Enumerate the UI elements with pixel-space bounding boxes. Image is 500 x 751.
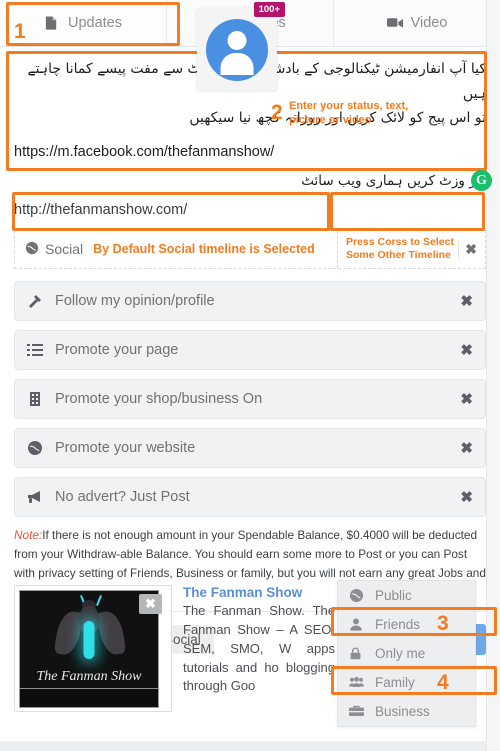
promo-left: Follow my opinion/profile [27, 293, 215, 309]
video-camera-icon [386, 15, 403, 31]
globe-icon [25, 241, 39, 258]
tab-video[interactable]: Video [333, 0, 500, 46]
timeline-social-label: Social [45, 241, 84, 258]
avatar-body [220, 53, 254, 75]
menu-item-only-me[interactable]: Only me [338, 639, 475, 668]
building-icon [27, 391, 43, 407]
preview-thumbnail-box: The Fanman Show ✖ [14, 585, 172, 712]
note-prefix: Note: [14, 527, 43, 542]
page-root: Updates Images Video 100+ کیا آپ انفارمی… [0, 0, 500, 751]
notification-badge: 100+ [253, 2, 285, 17]
thumbnail-caption: The Fanman Show [36, 669, 142, 684]
menu-item-friends[interactable]: Friends [338, 610, 475, 639]
list-item[interactable]: No advert? Just Post ✖ [14, 476, 486, 517]
document-icon [44, 15, 59, 31]
fly-glow [83, 621, 95, 659]
promo-left: Promote your website [27, 440, 195, 456]
preview-description: The Fanman Show. The Fanman Show – A SEO… [183, 603, 335, 694]
user-avatar-icon [206, 19, 268, 81]
preview-text: The Fanman Show The Fanman Show. The Fan… [183, 585, 335, 712]
annotation-number-2: 2 [271, 101, 283, 124]
close-icon[interactable]: ✖ [460, 439, 473, 457]
menu-item-label: Friends [375, 617, 421, 632]
grammarly-icon[interactable]: G [471, 170, 492, 191]
menu-item-label: Public [375, 588, 412, 603]
preview-title[interactable]: The Fanman Show [183, 585, 335, 600]
avatar[interactable]: 100+ [197, 2, 285, 90]
annotation-number-1: 1 [14, 20, 26, 43]
lock-icon [349, 646, 364, 661]
fly-antenna-right [96, 595, 102, 606]
list-item-label: Promote your website [55, 439, 196, 456]
scrollbar-track[interactable] [486, 0, 500, 751]
timeline-other[interactable]: Press Corss to Select Some Other Timelin… [337, 230, 485, 268]
annotation-text-2: Enter your status, text, picture or vide… [289, 100, 409, 126]
globe-icon [349, 588, 364, 603]
timeline-other-hint: Press Corss to Select Some Other Timelin… [346, 235, 454, 262]
close-icon[interactable]: ✖ [460, 390, 473, 408]
annotation-number-3: 3 [437, 612, 449, 635]
timeline-close-icon[interactable]: ✖ [458, 240, 477, 258]
composer-urdu-line-3: اور وزٹ کریں ہماری ویب سائٹ [301, 172, 486, 189]
remove-preview-icon[interactable]: ✖ [139, 594, 162, 614]
privacy-menu: Public Friends Only me Family Business [337, 580, 476, 727]
promo-left: No advert? Just Post [27, 489, 190, 505]
composer-link-1: https://m.facebook.com/thefanmanshow/ [14, 143, 275, 160]
timeline-social: Social [25, 241, 83, 258]
promo-left: Promote your page [27, 342, 178, 358]
menu-item-family[interactable]: Family [338, 668, 475, 697]
globe-icon [27, 440, 43, 456]
close-icon[interactable]: ✖ [460, 488, 473, 506]
list-item-label: Promote your shop/business On [55, 390, 263, 407]
group-icon [349, 675, 364, 690]
list-item[interactable]: Promote your shop/business On ✖ [14, 378, 486, 419]
close-icon[interactable]: ✖ [460, 292, 473, 310]
menu-item-label: Family [375, 675, 415, 690]
menu-item-public[interactable]: Public [338, 581, 475, 610]
megaphone-icon [27, 489, 43, 505]
annotation-number-4: 4 [437, 671, 449, 694]
timeline-selector-row: Social By Default Social timeline is Sel… [14, 229, 486, 269]
list-item-label: Promote your page [55, 341, 179, 358]
thumbnail-bottom-bar [20, 688, 158, 707]
composer-link-2: http://thefanmanshow.com/ [14, 201, 188, 218]
bottom-strip [0, 741, 486, 751]
list-item[interactable]: Promote your website ✖ [14, 427, 486, 468]
menu-item-label: Only me [375, 646, 426, 661]
briefcase-icon [349, 704, 364, 719]
timeline-hint: By Default Social timeline is Selected [93, 242, 315, 257]
tab-video-label: Video [410, 15, 448, 31]
list-item[interactable]: Promote your page ✖ [14, 329, 486, 370]
gavel-icon [27, 293, 43, 309]
user-icon [349, 617, 364, 632]
promotion-list: Follow my opinion/profile ✖ Promote your… [14, 280, 486, 517]
menu-item-business[interactable]: Business [338, 697, 475, 726]
close-icon[interactable]: ✖ [460, 341, 473, 359]
list-item-label: Follow my opinion/profile [55, 292, 215, 309]
tab-updates-label: Updates [67, 15, 122, 31]
link-preview: The Fanman Show ✖ The Fanman Show The Fa… [14, 585, 335, 712]
timeline-current[interactable]: Social By Default Social timeline is Sel… [15, 230, 337, 268]
list-item-label: No advert? Just Post [55, 488, 190, 505]
menu-item-label: Business [375, 704, 430, 719]
list-item[interactable]: Follow my opinion/profile ✖ [14, 280, 486, 321]
list-icon [27, 342, 43, 358]
preview-thumbnail: The Fanman Show [19, 590, 159, 708]
promo-left: Promote your shop/business On [27, 391, 262, 407]
avatar-head [227, 31, 247, 50]
fly-wing-right [96, 609, 127, 657]
